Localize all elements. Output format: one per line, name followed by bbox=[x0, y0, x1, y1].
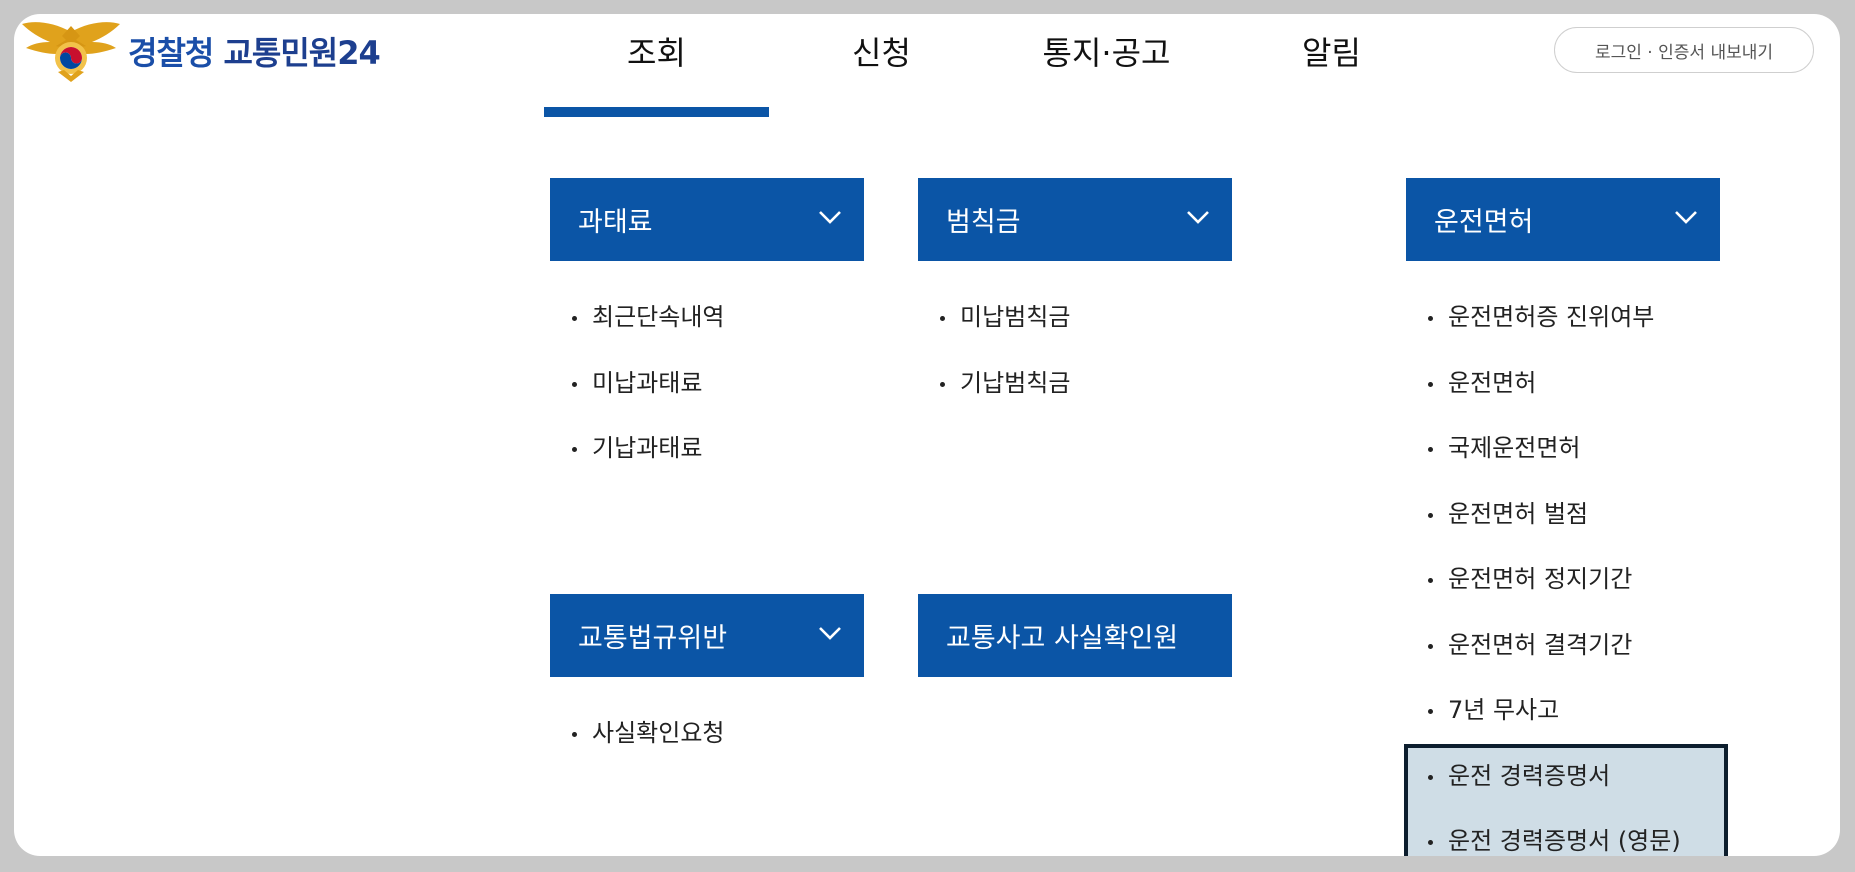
nav-tab-alerts[interactable]: 알림 bbox=[1219, 28, 1444, 74]
app-window: 경찰청 교통민원24 조회 신청 통지·공고 알림 로그인 · 인증서 내보내기… bbox=[14, 14, 1840, 856]
menu-item-license[interactable]: 운전면허 bbox=[1426, 366, 1681, 432]
menu-header-label: 범칙금 bbox=[946, 207, 1021, 238]
menu-list-license: 운전면허증 진위여부 운전면허 국제운전면허 운전면허 벌점 운전면허 정지기간… bbox=[1426, 300, 1681, 856]
menu-item-international-license[interactable]: 국제운전면허 bbox=[1426, 431, 1681, 497]
menu-header-fines[interactable]: 과태료 bbox=[550, 178, 864, 261]
police-emblem-icon bbox=[22, 22, 120, 82]
menu-item-fact-check-request[interactable]: 사실확인요청 bbox=[570, 716, 724, 782]
menu-header-penalties[interactable]: 범칙금 bbox=[918, 178, 1232, 261]
menu-list-violation: 사실확인요청 bbox=[570, 716, 724, 782]
menu-header-label: 교통사고 사실확인원 bbox=[946, 623, 1179, 654]
menu-item-recent-enforcement[interactable]: 최근단속내역 bbox=[570, 300, 724, 366]
chevron-down-icon bbox=[1675, 211, 1697, 224]
site-title-service: 교통민원24 bbox=[223, 34, 380, 72]
site-title: 경찰청 교통민원24 bbox=[128, 28, 381, 74]
site-title-org: 경찰청 bbox=[128, 34, 214, 72]
nav-tab-notice[interactable]: 통지·공고 bbox=[994, 28, 1219, 74]
nav-tab-application[interactable]: 신청 bbox=[769, 28, 994, 74]
menu-header-label: 교통법규위반 bbox=[578, 623, 728, 654]
menu-item-seven-year-accident-free[interactable]: 7년 무사고 bbox=[1426, 693, 1681, 759]
menu-header-label: 운전면허 bbox=[1434, 207, 1534, 238]
menu-list-fines: 최근단속내역 미납과태료 기납과태료 bbox=[570, 300, 724, 497]
menu-item-unpaid-penalties[interactable]: 미납범칙금 bbox=[938, 300, 1070, 366]
menu-item-license-suspension[interactable]: 운전면허 정지기간 bbox=[1426, 562, 1681, 628]
menu-item-license-disqualification[interactable]: 운전면허 결격기간 bbox=[1426, 628, 1681, 694]
menu-item-driving-record-cert-english[interactable]: 운전 경력증명서 (영문) bbox=[1426, 824, 1681, 856]
menu-header-label: 과태료 bbox=[578, 207, 653, 238]
chevron-down-icon bbox=[1187, 211, 1209, 224]
menu-item-unpaid-fines[interactable]: 미납과태료 bbox=[570, 366, 724, 432]
login-button[interactable]: 로그인 · 인증서 내보내기 bbox=[1554, 27, 1814, 73]
menu-header-accident[interactable]: 교통사고 사실확인원 bbox=[918, 594, 1232, 677]
menu-item-paid-fines[interactable]: 기납과태료 bbox=[570, 431, 724, 497]
menu-item-driving-record-cert[interactable]: 운전 경력증명서 bbox=[1426, 759, 1681, 825]
chevron-down-icon bbox=[819, 627, 841, 640]
menu-item-license-authenticity[interactable]: 운전면허증 진위여부 bbox=[1426, 300, 1681, 366]
chevron-down-icon bbox=[819, 211, 841, 224]
menu-list-penalties: 미납범칙금 기납범칙금 bbox=[938, 300, 1070, 431]
menu-header-violation[interactable]: 교통법규위반 bbox=[550, 594, 864, 677]
menu-item-paid-penalties[interactable]: 기납범칙금 bbox=[938, 366, 1070, 432]
menu-header-license[interactable]: 운전면허 bbox=[1406, 178, 1720, 261]
nav-tab-inquiry[interactable]: 조회 bbox=[544, 28, 769, 74]
nav-active-indicator bbox=[544, 107, 769, 117]
menu-item-license-penalty-points[interactable]: 운전면허 벌점 bbox=[1426, 497, 1681, 563]
site-logo[interactable]: 경찰청 교통민원24 bbox=[20, 18, 381, 84]
